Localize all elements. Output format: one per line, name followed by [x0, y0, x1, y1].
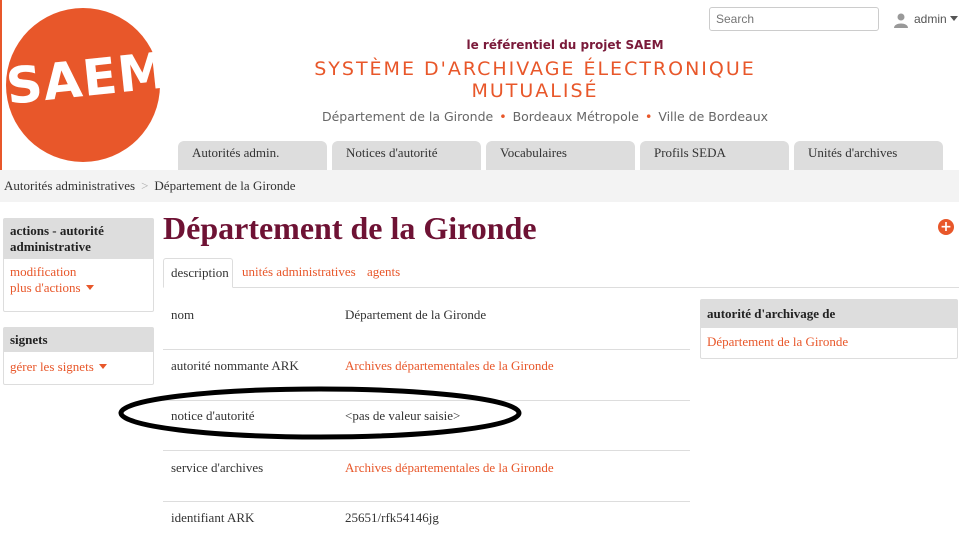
system-title: SYSTÈME D'ARCHIVAGE ÉLECTRONIQUE MUTUALI…: [314, 58, 756, 102]
row-value-identifiant-ark: 25651/rfk54146jg: [345, 510, 439, 525]
row-value-service-archives[interactable]: Archives départementales de la Gironde: [345, 460, 554, 476]
user-label: admin: [914, 12, 947, 26]
bookmarks-box: signets gérer les signets: [3, 327, 154, 385]
more-actions-link[interactable]: plus d'actions: [10, 280, 147, 296]
row-label-service-archives: service d'archives: [171, 460, 264, 475]
partner-gironde: Département de la Gironde: [321, 109, 494, 124]
row-label-nom: nom: [171, 307, 195, 322]
tagline: le référentiel du projet SAEM: [466, 38, 664, 52]
row-value-autorite-nommante[interactable]: Archives départementales de la Gironde: [345, 358, 554, 374]
partner-ville-bordeaux: Ville de Bordeaux: [658, 109, 769, 124]
archiving-authority-box: autorité d'archivage de Département de l…: [700, 299, 958, 359]
partner-bordeaux-metropole: Bordeaux Métropole: [512, 109, 639, 124]
tab-vocabulaires[interactable]: Vocabulaires: [486, 141, 635, 170]
add-icon[interactable]: +: [938, 219, 954, 235]
bookmarks-box-title: signets: [4, 328, 153, 352]
row-divider: [163, 349, 690, 350]
tab-notices-autorite[interactable]: Notices d'autorité: [332, 141, 481, 170]
manage-bookmarks-link[interactable]: gérer les signets: [4, 352, 153, 382]
actions-box-title: actions - autorité administrative: [4, 219, 153, 259]
highlight-ellipse: [118, 386, 522, 440]
breadcrumb-separator: >: [141, 178, 149, 193]
row-value-nom: Département de la Gironde: [345, 307, 487, 322]
breadcrumb-item-autorites[interactable]: Autorités administratives: [4, 178, 135, 193]
actions-box: actions - autorité administrative modifi…: [3, 218, 154, 312]
row-divider: [163, 450, 690, 451]
archiving-authority-title: autorité d'archivage de: [701, 300, 957, 328]
tab-description[interactable]: description: [163, 258, 233, 288]
tab-unites-administratives[interactable]: unités administratives: [242, 258, 356, 288]
user-menu[interactable]: admin: [914, 12, 958, 26]
row-label-identifiant-ark: identifiant ARK: [171, 510, 255, 525]
row-label-autorite-nommante: autorité nommante ARK: [171, 358, 299, 373]
header-left-border: [0, 0, 2, 170]
tab-agents[interactable]: agents: [367, 258, 400, 288]
chevron-down-icon: [98, 364, 107, 369]
breadcrumb: Autorités administratives > Département de…: [4, 178, 296, 194]
manage-bookmarks-label: gérer les signets: [10, 359, 94, 374]
tab-unites-archives[interactable]: Unités d'archives: [794, 141, 943, 170]
tab-autorites-admin[interactable]: Autorités admin.: [178, 141, 327, 170]
modification-link[interactable]: modification: [10, 264, 147, 280]
chevron-down-icon: [85, 285, 94, 290]
row-divider: [163, 501, 690, 502]
search-input[interactable]: [709, 7, 879, 31]
breadcrumb-item-current: Département de la Gironde: [154, 178, 296, 193]
partners-line: Département de la Gironde • Bordeaux Métro…: [321, 109, 769, 124]
more-actions-label: plus d'actions: [10, 280, 81, 295]
chevron-down-icon: [949, 16, 958, 21]
tab-profils-seda[interactable]: Profils SEDA: [640, 141, 789, 170]
archiving-authority-link[interactable]: Département de la Gironde: [701, 328, 957, 356]
page-title: Département de la Gironde: [163, 210, 537, 246]
user-icon[interactable]: [893, 12, 909, 28]
